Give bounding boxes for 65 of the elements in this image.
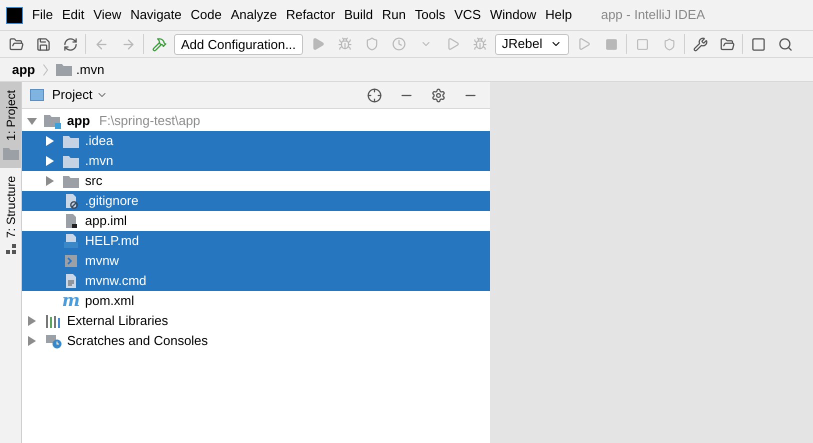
menu-item[interactable]: Build bbox=[344, 5, 374, 25]
folder-icon bbox=[63, 174, 79, 188]
run-configuration-button[interactable]: Add Configuration... bbox=[174, 34, 303, 54]
menu-item[interactable]: Edit bbox=[62, 5, 84, 25]
path-label: F:\spring-test\app bbox=[99, 112, 200, 130]
collapse-arrow-icon[interactable] bbox=[27, 116, 37, 126]
project-view-icon bbox=[30, 89, 44, 101]
folder-icon bbox=[63, 154, 79, 168]
menu-item[interactable]: Window bbox=[490, 5, 536, 25]
tool-window-tab[interactable]: 1: Project bbox=[0, 82, 21, 168]
library-icon bbox=[45, 314, 61, 328]
terminal-file-icon bbox=[64, 254, 78, 268]
ignored-file-icon bbox=[64, 193, 78, 209]
tree-label: app bbox=[67, 112, 90, 130]
tree-row[interactable]: .gitignore bbox=[22, 191, 490, 211]
tree-label: pom.xml bbox=[85, 292, 134, 310]
tree-label: .idea bbox=[85, 132, 114, 150]
folder-icon bbox=[56, 63, 72, 76]
tree-row[interactable]: app.iml bbox=[22, 211, 490, 231]
tree-label: HELP.md bbox=[85, 232, 139, 250]
maven-icon: m bbox=[62, 292, 80, 310]
breadcrumb-item[interactable]: app bbox=[12, 60, 36, 80]
tree-row[interactable]: .idea bbox=[22, 131, 490, 151]
menu-item[interactable]: Tools bbox=[414, 5, 446, 25]
menu-item[interactable]: Code bbox=[190, 5, 222, 25]
folder-icon bbox=[63, 134, 79, 148]
tree-label: .mvn bbox=[85, 152, 114, 170]
tree-label: src bbox=[85, 172, 102, 190]
tool-window-tab[interactable]: 7: Structure bbox=[0, 168, 21, 262]
tree-row[interactable]: External Libraries bbox=[22, 311, 490, 331]
tree-row[interactable]: src bbox=[22, 171, 490, 191]
module-file-icon bbox=[64, 213, 78, 229]
tree-row[interactable]: mvnw.cmd bbox=[22, 271, 490, 291]
chevron-icon bbox=[43, 64, 48, 76]
jrebel-dropdown[interactable]: JRebel bbox=[494, 34, 570, 54]
scratch-icon bbox=[44, 333, 62, 349]
tree-label: Scratches and Consoles bbox=[67, 332, 208, 350]
module-folder-icon bbox=[44, 114, 62, 128]
tree-row[interactable]: HELP.md bbox=[22, 231, 490, 251]
tree-label: app.iml bbox=[85, 212, 127, 230]
tree-label: External Libraries bbox=[67, 312, 168, 330]
tree-label: mvnw bbox=[85, 252, 119, 270]
menu-item[interactable]: VCS bbox=[454, 5, 481, 25]
window-title: app - IntelliJ IDEA bbox=[600, 6, 706, 24]
tree-row[interactable]: m pom.xml bbox=[22, 291, 490, 311]
menu-item[interactable]: File bbox=[32, 5, 53, 25]
menu-item[interactable]: Navigate bbox=[130, 5, 182, 25]
tree-row[interactable]: app F:\spring-test\app bbox=[22, 111, 490, 131]
folder-icon bbox=[2, 146, 18, 160]
menu-item[interactable]: Help bbox=[545, 5, 572, 25]
app-logo bbox=[6, 6, 23, 24]
tree-label: mvnw.cmd bbox=[85, 272, 146, 290]
menu-item[interactable]: Refactor bbox=[286, 5, 336, 25]
view-selector[interactable]: Project bbox=[52, 85, 108, 105]
menu-item[interactable]: Analyze bbox=[230, 5, 277, 25]
structure-icon bbox=[6, 244, 16, 254]
tree-row[interactable]: Scratches and Consoles bbox=[22, 331, 490, 351]
tree-label: .gitignore bbox=[85, 192, 138, 210]
breadcrumb-item[interactable]: .mvn bbox=[56, 60, 104, 80]
menu-item[interactable]: View bbox=[93, 5, 122, 25]
menu-item[interactable]: Run bbox=[382, 5, 406, 25]
tree-row[interactable]: .mvn bbox=[22, 151, 490, 171]
markdown-file-icon bbox=[64, 233, 78, 249]
text-file-icon bbox=[64, 273, 78, 289]
tree-row[interactable]: mvnw bbox=[22, 251, 490, 271]
